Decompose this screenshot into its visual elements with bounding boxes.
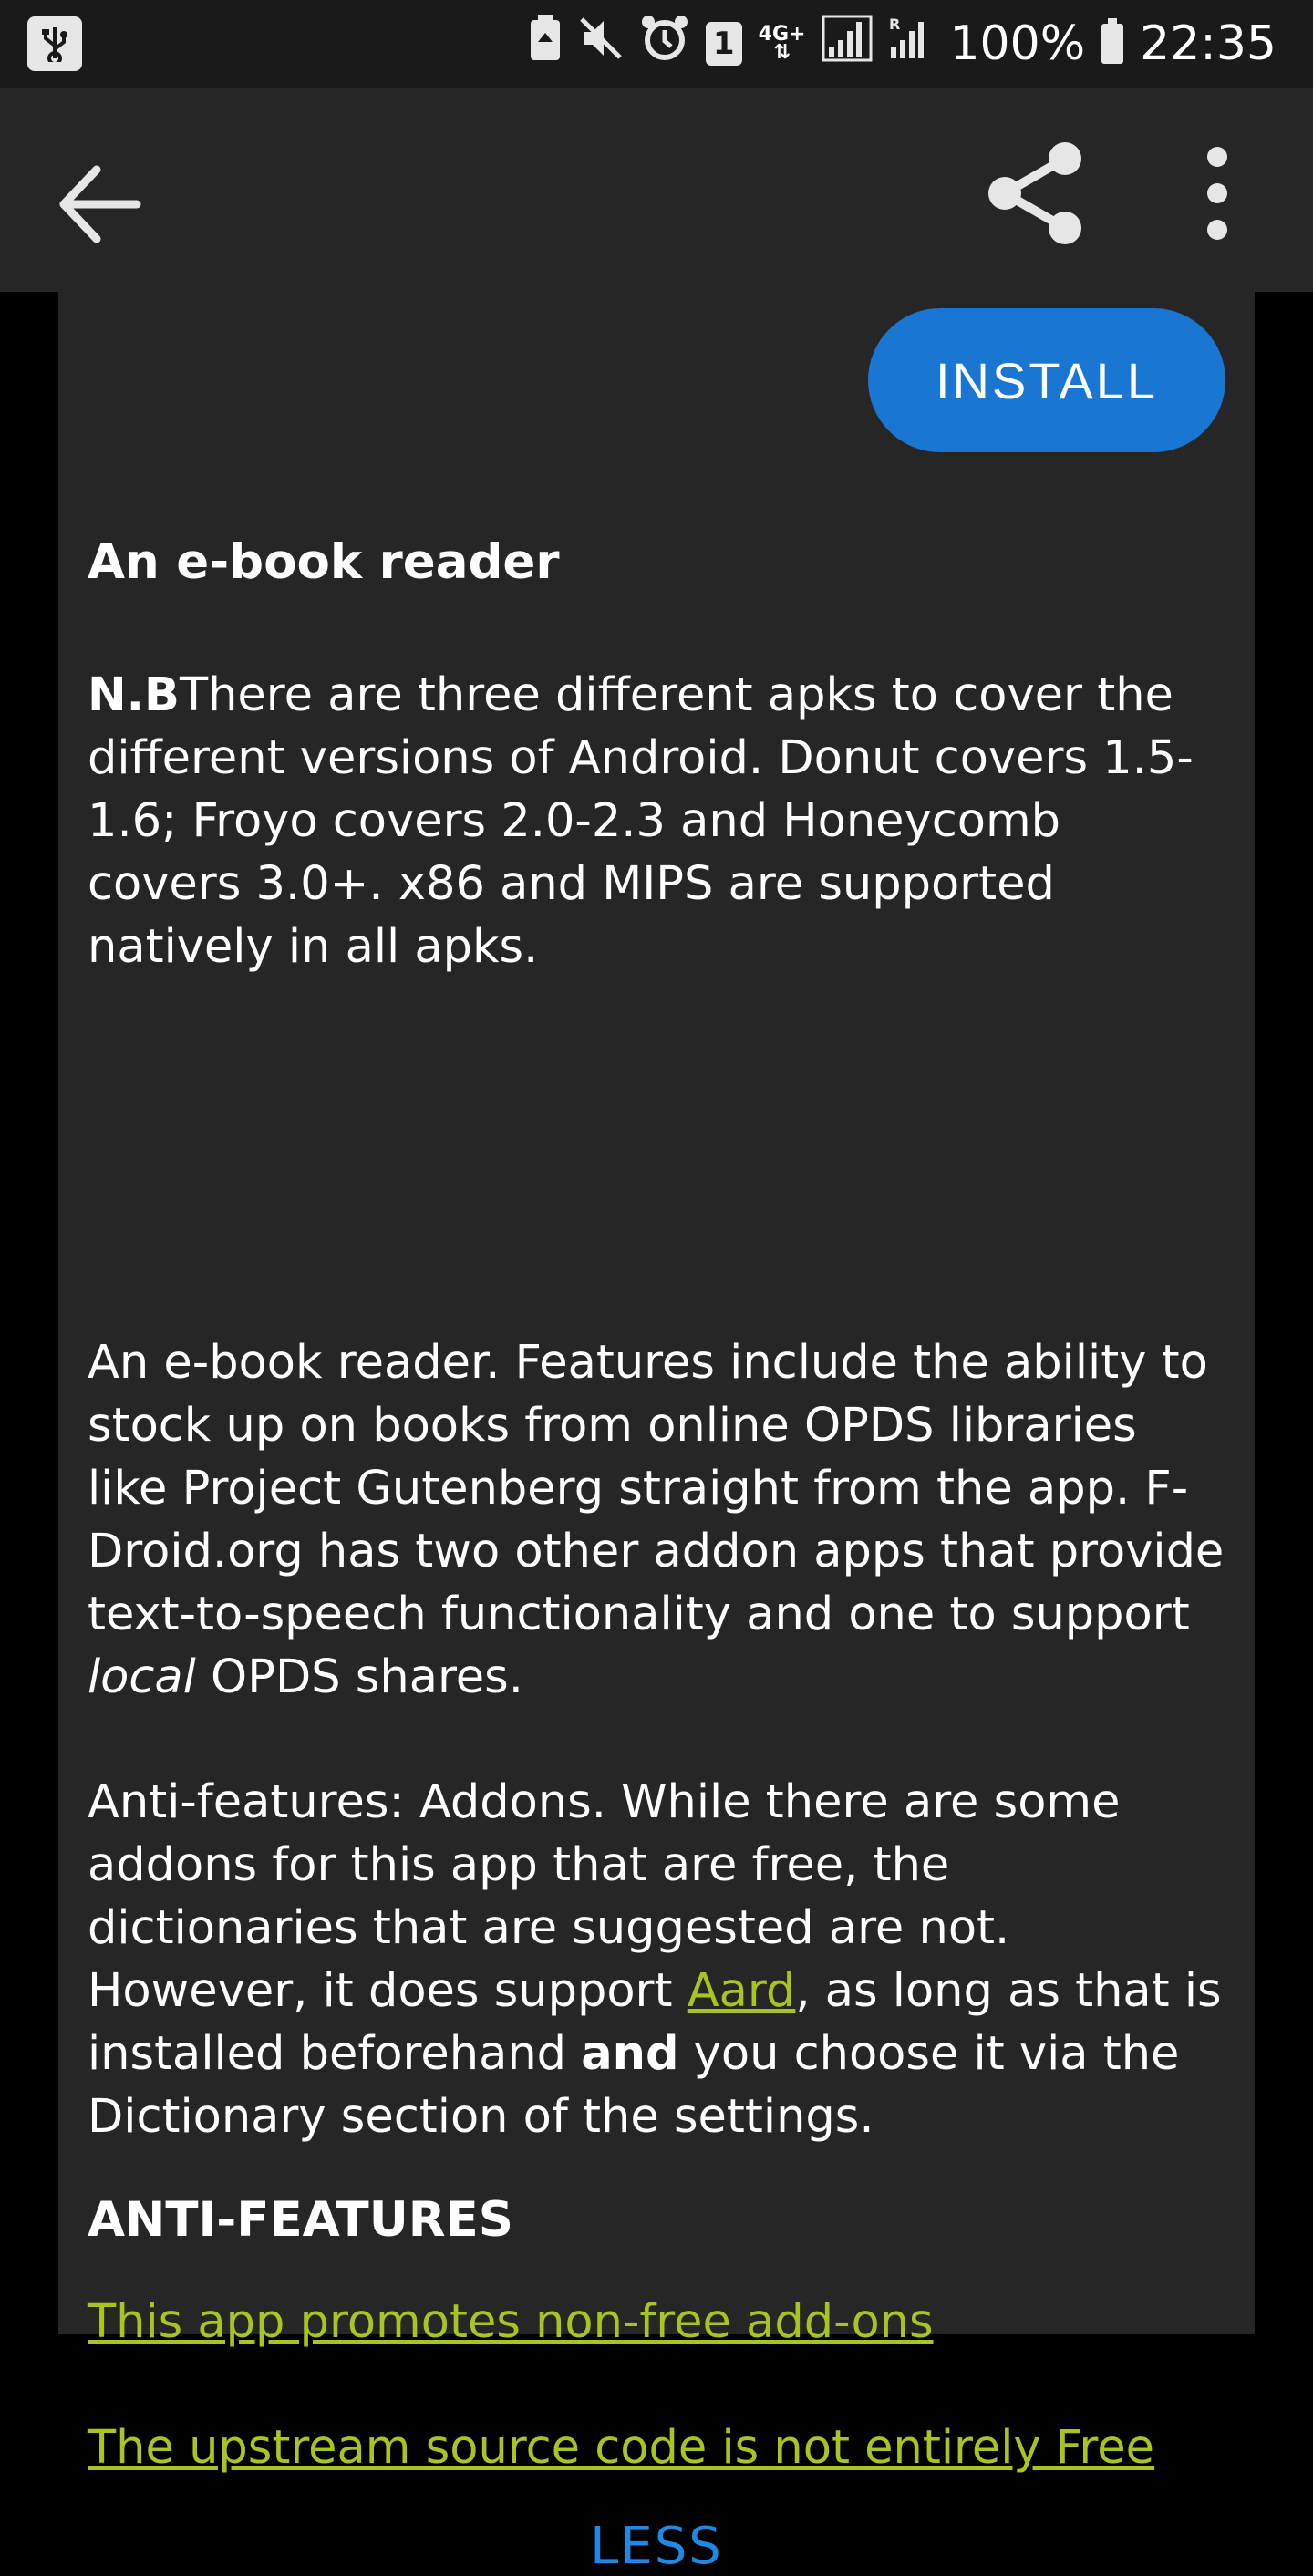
anti-feature-link-nonfree-addons[interactable]: This app promotes non-free add-ons (88, 2295, 934, 2349)
usb-icon (27, 16, 82, 71)
roaming-signal-icon: R (889, 15, 933, 74)
more-options-button[interactable] (1190, 144, 1245, 244)
description-paragraph: N.BThere are three different apks to cov… (88, 664, 1227, 978)
aard-link[interactable]: Aard (688, 1964, 796, 2018)
network-type-icon: 4G+ ⇅ (758, 23, 806, 64)
description-text: OPDS shares. (195, 1650, 523, 1704)
share-button[interactable] (985, 139, 1085, 248)
description-paragraph: Anti-features: Addons. While there are s… (88, 1771, 1227, 2148)
more-vert-icon (1207, 147, 1227, 240)
description-text: There are three different apks to cover … (88, 668, 1194, 974)
sim-slot-icon: 1 (705, 22, 742, 66)
signal-icon (822, 15, 873, 74)
note-prefix: N.B (88, 668, 180, 722)
less-button[interactable]: LESS (58, 2517, 1255, 2576)
anti-feature-item: The upstream source code is not entirely… (88, 2416, 1227, 2479)
anti-feature-link-upstream-nonfree[interactable]: The upstream source code is not entirely… (88, 2421, 1154, 2475)
description-paragraph: An e-book reader. Features include the a… (88, 1331, 1227, 1709)
back-button[interactable] (57, 159, 148, 250)
battery-icon (1101, 18, 1124, 64)
description-emphasis: and (581, 2027, 679, 2081)
alarm-icon (640, 14, 689, 75)
share-icon (988, 142, 1081, 244)
app-bar (0, 88, 1313, 292)
app-summary: An e-book reader (88, 534, 560, 590)
install-button[interactable]: INSTALL (868, 308, 1225, 452)
status-icons: 1 4G+ ⇅ R 100% 22:35 (529, 0, 1277, 88)
app-details-panel: INSTALL An e-book reader N.BThere are th… (58, 292, 1255, 2576)
svg-text:R: R (889, 16, 900, 33)
mute-icon (578, 16, 624, 73)
battery-percent: 100% (949, 16, 1086, 71)
clock: 22:35 (1140, 16, 1277, 71)
description-emphasis: local (88, 1650, 196, 1704)
status-bar: 1 4G+ ⇅ R 100% 22:35 (0, 0, 1313, 88)
anti-feature-item: This app promotes non-free add-ons (88, 2291, 1227, 2354)
anti-features-heading: ANTI-FEATURES (88, 2192, 513, 2248)
description-text: An e-book reader. Features include the a… (88, 1336, 1225, 1641)
arrow-left-icon (59, 165, 141, 243)
recycle-battery-icon (529, 14, 562, 74)
